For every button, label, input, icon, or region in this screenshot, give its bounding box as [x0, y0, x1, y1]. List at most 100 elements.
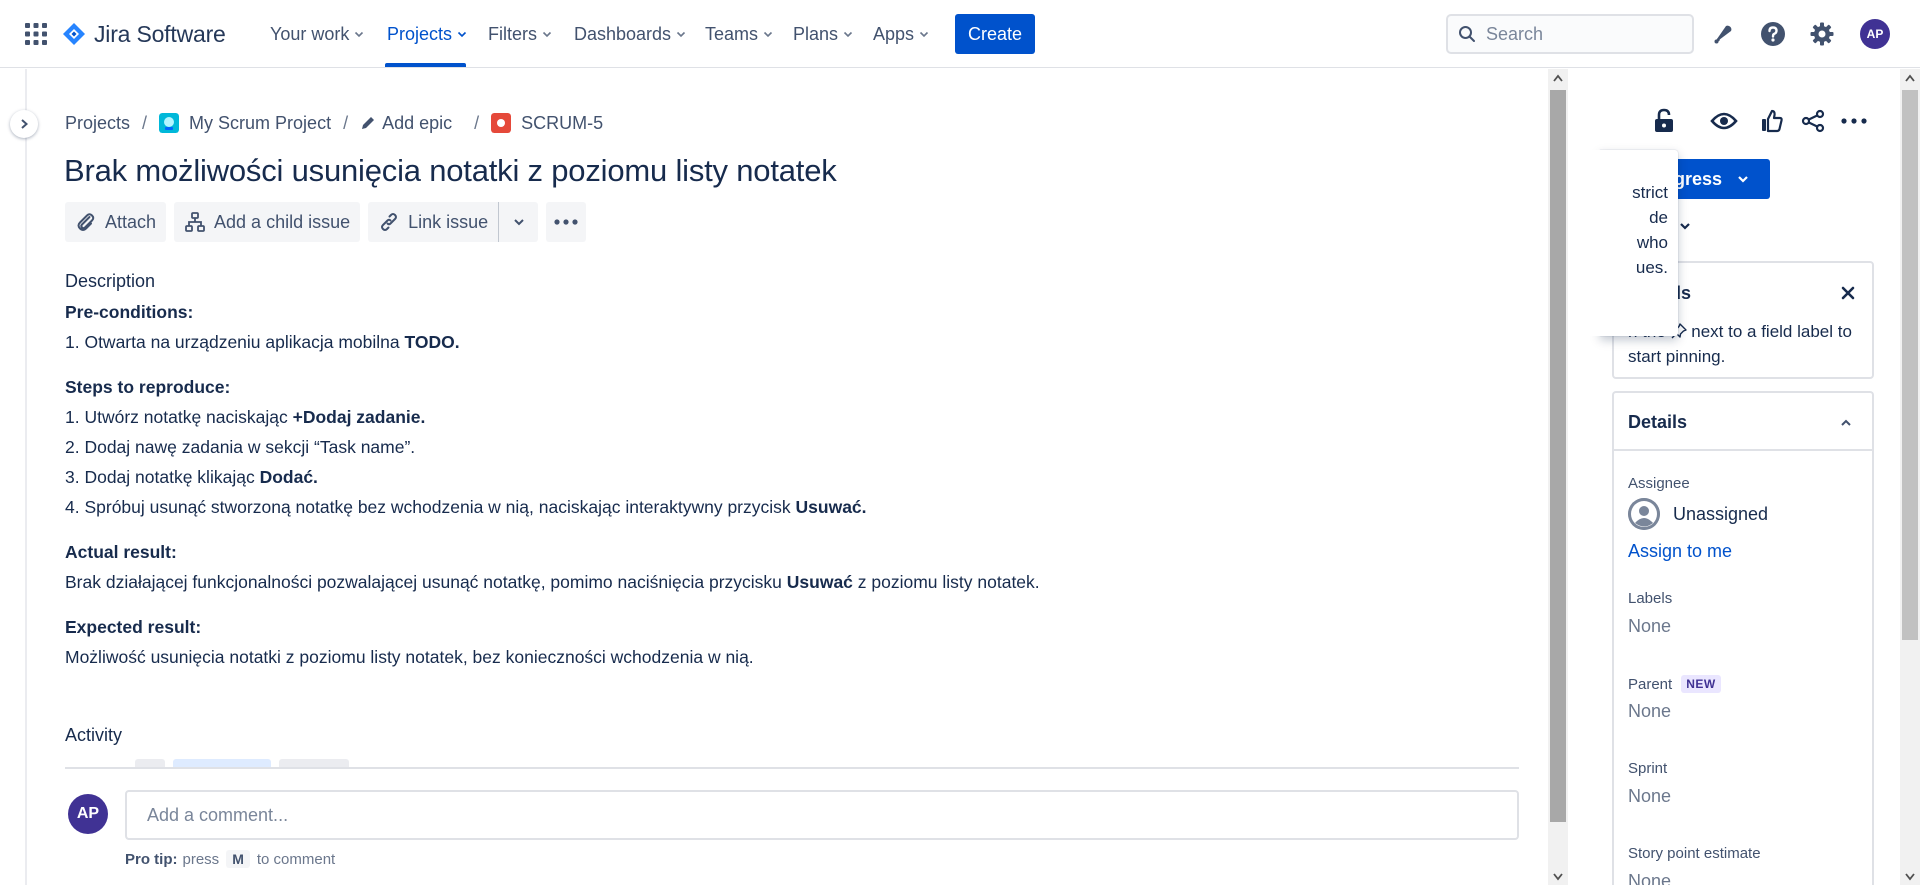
step-item: 4. Spróbuj usunąć stworzoną notatkę bez …	[65, 492, 1515, 522]
nav-projects[interactable]: Projects	[387, 20, 468, 48]
nav-teams-label: Teams	[705, 23, 759, 44]
details-header[interactable]: Details	[1614, 393, 1872, 451]
hierarchy-icon	[185, 212, 205, 232]
add-child-issue-label: Add a child issue	[214, 211, 351, 232]
comment-input[interactable]	[125, 790, 1519, 840]
chevron-down-icon	[763, 31, 773, 38]
expected-result-section: Expected result: Możliwość usunięcia not…	[65, 612, 1515, 672]
unassigned-avatar-icon	[1628, 498, 1660, 530]
activity-filter-comments[interactable]	[173, 759, 271, 767]
nav-filters[interactable]: Filters	[488, 20, 553, 48]
scroll-down-arrow-icon[interactable]	[1900, 869, 1920, 885]
watch-eye-icon[interactable]	[1706, 103, 1742, 139]
story-point-value[interactable]: None	[1628, 871, 1671, 885]
link-issue-group: Link issue	[368, 202, 539, 242]
actual-result-prefix: Brak działającej funkcjonalności pozwala…	[65, 572, 787, 592]
link-icon	[381, 213, 398, 231]
search-field[interactable]	[1446, 14, 1694, 54]
step-item: 3. Dodaj notatkę klikając Dodać.	[65, 462, 1515, 492]
description-heading: Description	[65, 271, 156, 291]
restrict-tooltip-text: strict de who ues.	[1600, 180, 1668, 280]
help-icon[interactable]	[1757, 18, 1789, 50]
search-icon	[1459, 26, 1475, 42]
step-text: 1. Utwórz notatkę naciskając	[65, 407, 293, 427]
tooltip-line: who	[1636, 233, 1668, 252]
user-avatar[interactable]: AP	[1860, 19, 1890, 49]
nav-dashboards-label: Dashboards	[574, 23, 672, 44]
settings-gear-icon[interactable]	[1806, 18, 1838, 50]
expected-result-text: Możliwość usunięcia notatki z poziomu li…	[65, 647, 754, 667]
breadcrumb-separator: /	[474, 112, 480, 133]
nav-your-work[interactable]: Your work	[270, 20, 365, 48]
app-switcher-icon[interactable]	[24, 22, 48, 46]
chevron-down-icon	[513, 219, 524, 226]
more-horizontal-icon[interactable]	[1836, 103, 1872, 139]
details-card: Details Assignee Unassigned Assign to me…	[1612, 391, 1874, 885]
sprint-label: Sprint	[1628, 760, 1668, 777]
add-child-issue-button[interactable]: Add a child issue	[174, 202, 361, 242]
chevron-down-icon	[1738, 176, 1748, 183]
breadcrumb-separator: /	[343, 112, 349, 133]
nav-apps[interactable]: Apps	[873, 20, 930, 48]
restrict-tooltip-popover: strict de who ues.	[1600, 150, 1678, 336]
actual-result-text: Brak działającej funkcjonalności pozwala…	[65, 567, 1515, 597]
issue-main-content: Projects / My Scrum Project / Add epic /…	[29, 69, 1549, 885]
share-icon[interactable]	[1795, 103, 1831, 139]
scroll-down-arrow-icon[interactable]	[1548, 869, 1568, 885]
nav-plans[interactable]: Plans	[793, 20, 854, 48]
parent-value[interactable]: None	[1628, 701, 1671, 722]
main-scrollbar-thumb[interactable]	[1550, 90, 1566, 822]
attach-button[interactable]: Attach	[65, 202, 167, 242]
thumbs-up-icon[interactable]	[1754, 103, 1790, 139]
assignee-field[interactable]: Unassigned	[1628, 498, 1768, 530]
lock-icon[interactable]	[1646, 103, 1682, 139]
attach-label: Attach	[105, 211, 157, 232]
pencil-icon	[362, 117, 375, 129]
issue-description[interactable]: Description Pre-conditions: 1. Otwarta n…	[65, 266, 1515, 687]
chevron-down-icon	[355, 31, 364, 38]
activity-filter-history[interactable]	[279, 759, 349, 767]
parent-label-text: Parent	[1628, 675, 1673, 693]
sprint-value[interactable]: None	[1628, 786, 1671, 807]
assignee-value: Unassigned	[1673, 503, 1769, 524]
nav-dashboards[interactable]: Dashboards	[574, 20, 687, 48]
breadcrumb-projects[interactable]: Projects	[65, 113, 130, 134]
activity-heading: Activity	[65, 725, 123, 745]
new-badge: NEW	[1681, 675, 1721, 693]
scroll-up-arrow-icon[interactable]	[1548, 70, 1568, 86]
keyboard-shortcut-key: M	[226, 850, 250, 868]
story-point-label: Story point estimate	[1628, 845, 1761, 862]
step-bold: +Dodaj zadanie.	[292, 407, 426, 427]
labels-value[interactable]: None	[1628, 616, 1671, 637]
notifications-icon[interactable]	[1707, 18, 1739, 50]
project-avatar-icon	[159, 113, 180, 133]
search-input[interactable]	[1486, 23, 1676, 45]
side-panel-scrollbar-thumb[interactable]	[1902, 90, 1918, 640]
nav-teams[interactable]: Teams	[705, 20, 774, 48]
nav-active-indicator	[385, 63, 466, 67]
jira-logo[interactable]: Jira Software	[62, 18, 226, 50]
top-navigation: Jira Software Your work Projects Filters…	[0, 0, 1920, 68]
step-item: 1. Utwórz notatkę naciskając +Dodaj zada…	[65, 402, 1515, 432]
add-epic-link[interactable]: Add epic	[360, 113, 452, 134]
issue-title[interactable]: Brak możliwości usunięcia notatki z pozi…	[64, 153, 837, 189]
link-issue-button[interactable]: Link issue	[368, 202, 499, 242]
chevron-down-icon	[457, 31, 467, 38]
chevron-down-icon	[542, 31, 552, 38]
activity-filter-all[interactable]	[135, 759, 165, 767]
link-issue-dropdown-button[interactable]	[498, 202, 539, 242]
precondition-bold: TODO.	[404, 332, 460, 352]
scroll-up-arrow-icon[interactable]	[1900, 70, 1920, 86]
more-actions-button[interactable]	[546, 202, 587, 242]
assign-to-me-link[interactable]: Assign to me	[1628, 541, 1732, 562]
actual-result-section: Actual result: Brak działającej funkcjon…	[65, 537, 1515, 597]
pro-tip-suffix: to comment	[256, 850, 336, 868]
issue-key-label: SCRUM-5	[521, 112, 604, 133]
breadcrumb-project[interactable]: My Scrum Project	[159, 113, 331, 134]
close-icon[interactable]	[1834, 279, 1862, 307]
paperclip-icon	[77, 213, 95, 231]
breadcrumb-issue-key[interactable]: SCRUM-5	[491, 113, 603, 134]
create-button[interactable]: Create	[955, 14, 1035, 54]
chevron-up-icon	[1841, 419, 1851, 426]
details-title: Details	[1628, 412, 1688, 432]
